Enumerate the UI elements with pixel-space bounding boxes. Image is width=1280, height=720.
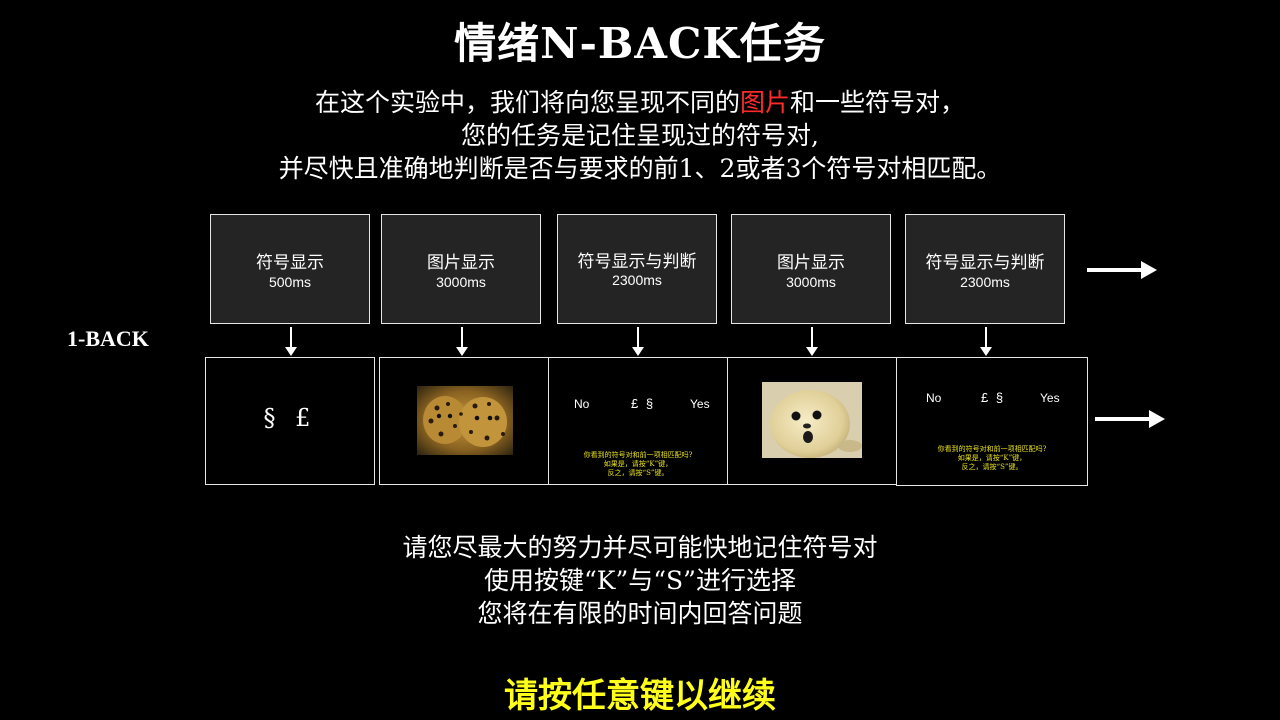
intro-line-2: 您的任务是记住呈现过的符号对, [461,121,819,150]
intro-line-1: 在这个实验中，我们将向您呈现不同的图片和一些符号对， [314,88,966,117]
screen-picture-2 [727,357,897,485]
symbol-pair: £ § [631,396,656,411]
down-arrow-icon [455,327,469,357]
stage-box-5: 符号显示与判断 2300ms [905,214,1065,324]
intro-text: 在这个实验中，我们将向您呈现不同的图片和一些符号对， 您的任务是记住呈现过的符号… [0,86,1280,185]
instruction-line: 使用按键“K”与“S”进行选择 [484,566,796,595]
instruction-line: 您将在有限的时间内回答问题 [477,599,803,628]
down-arrow-icon [979,327,993,357]
screen-picture-1 [379,357,549,485]
down-arrow-icon [805,327,819,357]
instructions: 请您尽最大的努力并尽可能快地记住符号对 使用按键“K”与“S”进行选择 您将在有… [0,531,1280,630]
page-title: 情绪N-BACK任务 [454,19,826,68]
intro-highlight-word: 图片 [739,88,790,117]
screen-symbol-judge-1: No £ § Yes 你看到的符号对和前一项相匹配吗? 如果是，请按“K”键， … [548,357,728,485]
down-arrow-icon [631,327,645,357]
screen-symbol-display: § £ [205,357,375,485]
stage-box-4: 图片显示 3000ms [731,214,891,324]
leopard-cubs-photo [417,386,513,455]
stage-duration: 3000ms [786,274,836,290]
stage-duration: 500ms [268,274,312,290]
stage-duration: 3000ms [436,274,486,290]
judge-question: 你看到的符号对和前一项相匹配吗? 如果是，请按“K”键， 反之，请按“S”键。 [937,445,1047,471]
no-option: No [926,391,942,405]
stage-name: 符号显示 [256,253,324,272]
down-arrow-icon [284,327,298,357]
condition-label: 1-BACK [67,326,149,351]
symbol-pair: § £ [263,404,317,432]
stage-name: 图片显示 [427,253,495,272]
judge-question: 你看到的符号对和前一项相匹配吗? 如果是，请按“K”键， 反之，请按“S”键。 [583,451,693,477]
right-arrow-icon [1087,261,1157,279]
stage-name: 图片显示 [777,253,845,272]
seal-pup-photo [762,382,862,458]
yes-option: Yes [1040,391,1060,405]
yes-option: Yes [690,397,710,411]
screen-symbol-judge-2: No £ § Yes 你看到的符号对和前一项相匹配吗? 如果是，请按“K”键， … [896,357,1088,486]
stage-box-3: 符号显示与判断 2300ms [557,214,717,324]
no-option: No [574,397,590,411]
stage-duration: 2300ms [612,272,662,288]
instruction-line: 请您尽最大的努力并尽可能快地记住符号对 [402,533,878,562]
stage-box-1: 符号显示 500ms [210,214,370,324]
intro-line-3: 并尽快且准确地判断是否与要求的前1、2或者3个符号对相匹配。 [278,154,1002,183]
stage-box-2: 图片显示 3000ms [381,214,541,324]
symbol-pair: £ § [981,390,1006,405]
stage-name: 符号显示与判断 [577,252,697,271]
continue-prompt[interactable]: 请按任意键以继续 [0,668,1280,717]
stage-duration: 2300ms [960,274,1010,290]
stage-name: 符号显示与判断 [925,253,1045,272]
right-arrow-icon [1095,410,1165,428]
